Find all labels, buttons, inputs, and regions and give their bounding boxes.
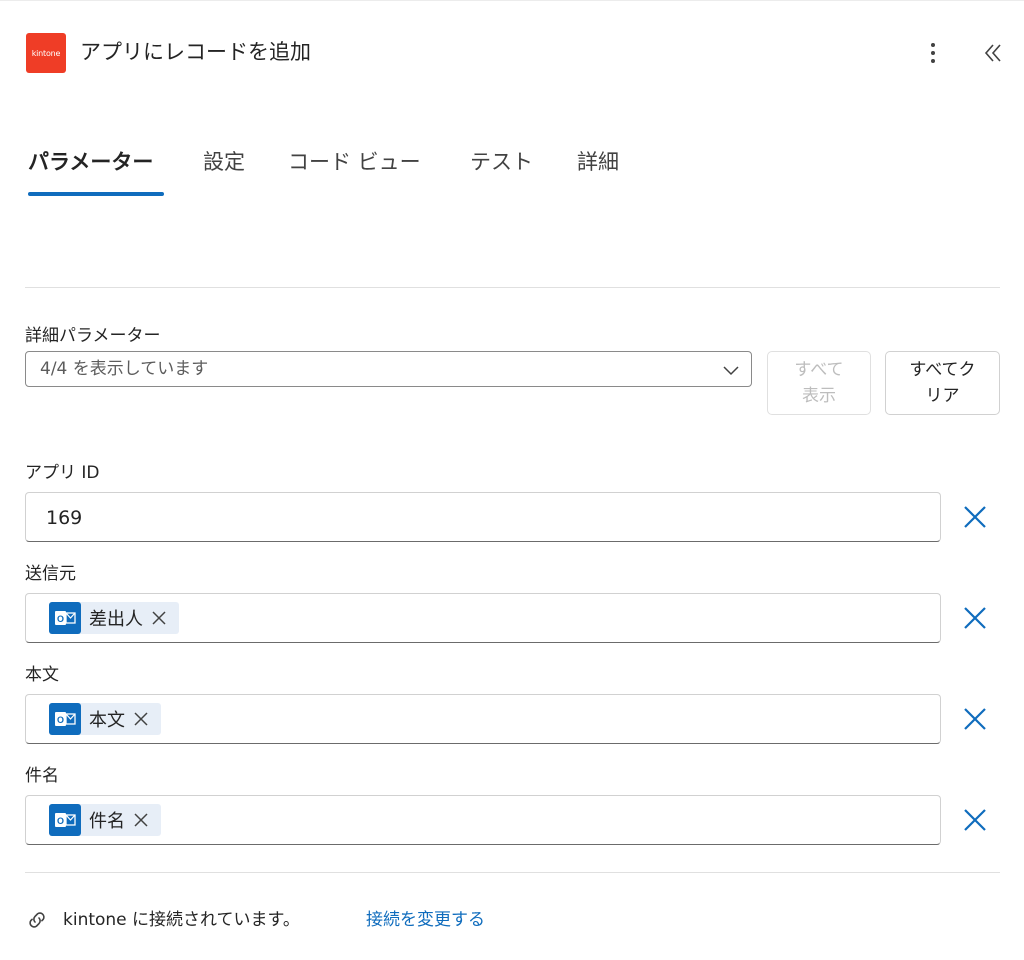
more-options-icon[interactable] [918,38,948,68]
app-id-input[interactable]: 169 [25,492,941,542]
sender-token[interactable]: O 差出人 [49,602,179,634]
tab-code-view[interactable]: コード ビュー [288,146,421,178]
sender-token-label: 差出人 [89,609,143,630]
link-icon [29,912,45,928]
body-input[interactable]: O 本文 [25,694,941,744]
outlook-icon: O [49,804,81,836]
change-connection-link[interactable]: 接続を変更する [366,908,485,932]
sender-input[interactable]: O 差出人 [25,593,941,643]
clear-app-id-icon[interactable] [962,504,988,530]
svg-text:O: O [57,816,64,826]
remove-body-token-icon[interactable] [133,711,149,727]
body-token-label: 本文 [89,710,125,731]
subject-label: 件名 [25,766,59,786]
subject-input[interactable]: O 件名 [25,795,941,845]
outlook-icon: O [49,602,81,634]
outlook-icon: O [49,703,81,735]
clear-all-label: すべてク リア [909,360,976,406]
logo-text: kintone [31,48,61,58]
sender-label: 送信元 [25,564,76,584]
connection-status-text: kintone に接続されています。 [63,910,300,930]
clear-subject-icon[interactable] [962,807,988,833]
svg-text:O: O [57,715,64,725]
active-tab-indicator [28,192,164,196]
tab-parameters[interactable]: パラメーター [28,146,153,178]
clear-body-icon[interactable] [962,706,988,732]
tab-settings[interactable]: 設定 [203,146,245,178]
top-border [0,0,1024,1]
app-id-value: 169 [46,507,83,529]
tab-test[interactable]: テスト [470,146,533,178]
footer-divider [25,872,1000,873]
clear-all-button[interactable]: すべてク リア [885,351,1000,415]
app-id-label: アプリ ID [25,463,100,483]
body-token[interactable]: O 本文 [49,703,161,735]
svg-text:O: O [57,614,64,624]
advanced-parameters-label: 詳細パラメーター [25,326,161,346]
advanced-parameters-dropdown[interactable]: 4/4 を表示しています [25,351,752,387]
remove-sender-token-icon[interactable] [151,610,167,626]
collapse-panel-icon[interactable] [978,38,1008,68]
tab-details[interactable]: 詳細 [577,146,619,178]
action-title: アプリにレコードを追加 [80,40,311,64]
show-all-label: すべて 表示 [794,360,844,406]
show-all-button[interactable]: すべて 表示 [767,351,871,415]
clear-sender-icon[interactable] [962,605,988,631]
chevron-down-icon [723,366,739,376]
remove-subject-token-icon[interactable] [133,812,149,828]
body-label: 本文 [25,665,59,685]
subject-token[interactable]: O 件名 [49,804,161,836]
dropdown-value: 4/4 を表示しています [40,359,209,379]
subject-token-label: 件名 [89,811,125,832]
section-divider [25,287,1000,288]
kintone-logo: kintone [26,33,66,73]
